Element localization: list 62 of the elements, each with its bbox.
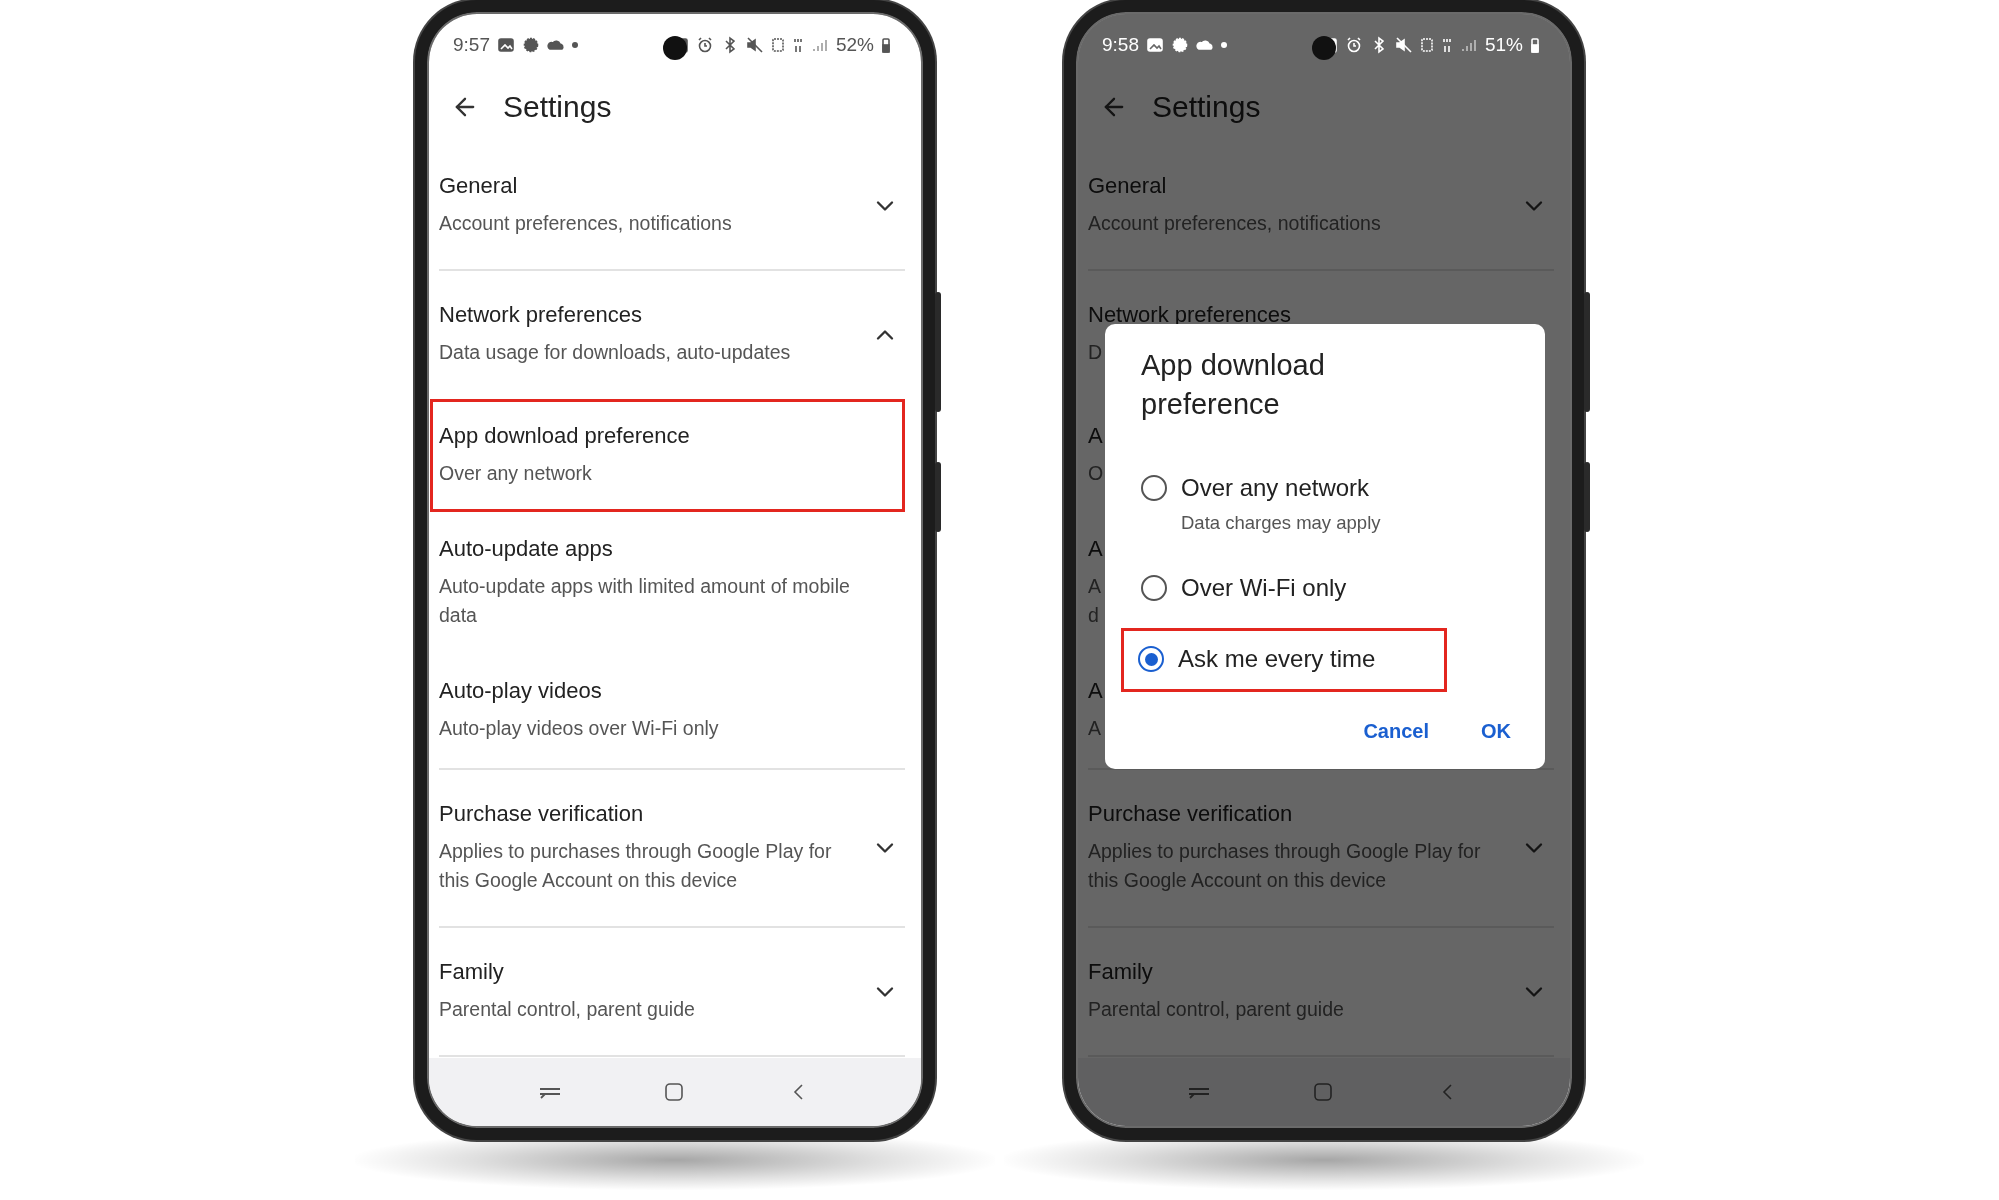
setting-description: O [1088,460,1104,486]
recents-icon[interactable] [539,1085,562,1099]
setting-title: Network preferences [439,302,642,329]
setting-title: Purchase verification [1088,800,1293,827]
battery-icon [881,36,891,54]
battery-percentage: 51% [1484,34,1523,56]
radio-button[interactable] [1138,646,1164,673]
option-label: Over Wi-Fi only [1181,574,1347,603]
setting-title: Purchase verification [439,800,644,827]
option-label: Over any network [1181,474,1371,503]
page-title: Settings [503,90,612,124]
option-description: Data charges may apply [1181,512,1381,535]
front-camera [663,36,687,60]
setting-description: Over any network [439,460,592,486]
setting-description: Applies to purchases through Google Play for this Google Account on this device [439,838,832,893]
dot-icon [1221,42,1227,48]
setting-description: Account preferences, notifications [439,211,732,236]
radio-button[interactable] [1141,475,1167,502]
image-icon [1146,36,1164,54]
setting-title: Auto-play videos [439,678,602,705]
clock-time: 9:57 [453,34,490,56]
setting-title: General [439,173,518,199]
image-icon [497,36,515,54]
setting-description: A d [1088,573,1101,628]
page-title: Settings [1152,90,1261,124]
setting-title: A [1088,678,1103,705]
setting-title: Auto-update apps [439,535,613,562]
highlighted-option[interactable]: Ask me every time [1121,628,1447,693]
setting-title: General [1088,173,1167,199]
radio-button[interactable] [1141,575,1167,602]
setting-description: Auto-play videos over Wi-Fi only [439,716,719,742]
home-icon [662,1083,686,1101]
front-camera [1312,36,1336,60]
mute-icon [1394,36,1413,54]
setting-description: Parental control, parent guide [439,997,695,1022]
setting-description: Data usage for downloads, auto-updates [439,340,791,366]
battery-percentage: 52% [835,34,874,56]
highlighted-setting-row[interactable]: App download preference Over any network [430,398,905,512]
dialog-button[interactable]: OK [1477,716,1515,748]
clock-time: 9:58 [1102,34,1139,56]
setting-description: Auto-update apps with limited amount of mobile data [439,573,850,628]
setting-description: D [1088,340,1103,366]
mute-icon [745,36,764,54]
setting-title: App download preference [439,422,690,449]
dialog-button[interactable]: Cancel [1359,716,1433,748]
setting-description: Applies to purchases through Google Play for this Google Account on this device [1088,838,1481,893]
setting-title: Family [439,959,504,985]
setting-title: Family [1088,959,1153,985]
setting-description: A [1088,716,1101,742]
sun-icon [1171,36,1189,54]
dot-icon [572,42,578,48]
recents-icon[interactable] [1188,1085,1211,1099]
setting-title: A [1088,535,1103,562]
battery-icon [1530,36,1540,54]
option-label: Ask me every time [1178,645,1376,674]
sun-icon [522,36,540,54]
setting-title: Network preferences [1088,302,1291,329]
home-icon [1311,1083,1335,1101]
setting-description: Parental control, parent guide [1088,997,1344,1022]
setting-description: Account preferences, notifications [1088,211,1381,236]
dialog-title: App download preference [1141,348,1326,423]
setting-title: A [1088,422,1103,449]
